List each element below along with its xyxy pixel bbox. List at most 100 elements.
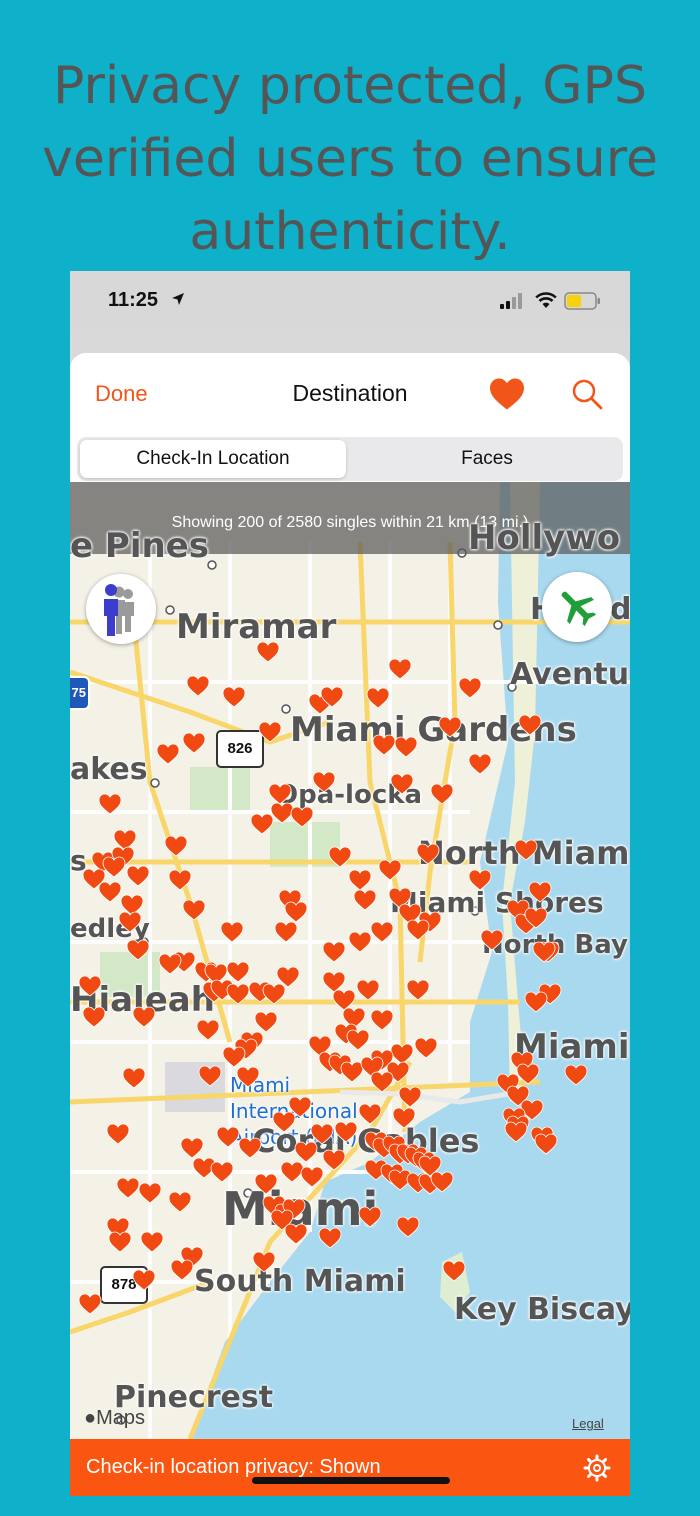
heart-marker[interactable] (238, 1137, 262, 1159)
heart-marker[interactable] (390, 773, 414, 795)
heart-marker[interactable] (320, 686, 344, 708)
heart-marker[interactable] (284, 901, 308, 923)
heart-marker[interactable] (480, 929, 504, 951)
heart-marker[interactable] (210, 1161, 234, 1183)
heart-marker[interactable] (358, 1206, 382, 1228)
heart-marker[interactable] (254, 1011, 278, 1033)
heart-marker[interactable] (82, 1006, 106, 1028)
heart-marker[interactable] (394, 736, 418, 758)
heart-marker[interactable] (158, 953, 182, 975)
heart-marker[interactable] (378, 859, 402, 881)
legal-link[interactable]: Legal (572, 1416, 604, 1431)
heart-marker[interactable] (290, 806, 314, 828)
heart-marker[interactable] (312, 771, 336, 793)
heart-marker[interactable] (414, 1037, 438, 1059)
gear-icon[interactable] (583, 1454, 611, 1482)
heart-marker[interactable] (514, 839, 538, 861)
heart-marker[interactable] (388, 658, 412, 680)
tab-faces[interactable]: Faces (354, 440, 620, 478)
heart-marker[interactable] (322, 1149, 346, 1171)
heart-marker[interactable] (318, 1227, 342, 1249)
heart-marker[interactable] (372, 734, 396, 756)
people-button[interactable] (86, 574, 156, 644)
heart-marker[interactable] (138, 1182, 162, 1204)
heart-marker[interactable] (170, 1259, 194, 1281)
heart-marker[interactable] (116, 1177, 140, 1199)
heart-marker[interactable] (366, 687, 390, 709)
heart-marker[interactable] (254, 1173, 278, 1195)
heart-marker[interactable] (518, 714, 542, 736)
heart-marker[interactable] (524, 991, 548, 1013)
heart-marker[interactable] (168, 1191, 192, 1213)
heart-marker[interactable] (258, 721, 282, 743)
heart-marker[interactable] (168, 869, 192, 891)
heart-marker[interactable] (252, 1251, 276, 1273)
heart-marker[interactable] (256, 641, 280, 663)
heart-marker[interactable] (322, 941, 346, 963)
heart-marker[interactable] (370, 1009, 394, 1031)
heart-marker[interactable] (98, 881, 122, 903)
heart-marker[interactable] (126, 939, 150, 961)
heart-marker[interactable] (222, 1046, 246, 1068)
heart-marker[interactable] (438, 716, 462, 738)
heart-marker[interactable] (122, 1067, 146, 1089)
heart-marker[interactable] (348, 869, 372, 891)
heart-marker[interactable] (370, 1071, 394, 1093)
heart-marker[interactable] (468, 869, 492, 891)
heart-marker[interactable] (180, 1137, 204, 1159)
heart-marker[interactable] (106, 1123, 130, 1145)
heart-marker[interactable] (468, 753, 492, 775)
heart-marker[interactable] (334, 1121, 358, 1143)
heart-marker[interactable] (156, 743, 180, 765)
heart-marker[interactable] (182, 732, 206, 754)
heart-marker[interactable] (140, 1231, 164, 1253)
heart-marker[interactable] (406, 919, 430, 941)
heart-marker[interactable] (182, 899, 206, 921)
heart-marker[interactable] (132, 1269, 156, 1291)
privacy-footer[interactable]: Check-in location privacy: Shown (70, 1439, 630, 1496)
heart-marker[interactable] (346, 1029, 370, 1051)
heart-marker[interactable] (353, 889, 377, 911)
heart-marker[interactable] (430, 783, 454, 805)
heart-marker[interactable] (78, 975, 102, 997)
heart-marker[interactable] (532, 941, 556, 963)
heart-marker[interactable] (186, 675, 210, 697)
heart-marker[interactable] (534, 1133, 558, 1155)
heart-marker[interactable] (222, 686, 246, 708)
heart-marker[interactable] (348, 931, 372, 953)
search-icon[interactable] (570, 377, 604, 411)
heart-marker[interactable] (226, 983, 250, 1005)
heart-marker[interactable] (198, 1065, 222, 1087)
heart-marker[interactable] (164, 835, 188, 857)
tab-check-in-location[interactable]: Check-In Location (80, 440, 346, 478)
heart-marker[interactable] (78, 1293, 102, 1315)
heart-marker[interactable] (416, 843, 440, 865)
heart-marker[interactable] (272, 1111, 296, 1133)
heart-marker[interactable] (406, 979, 430, 1001)
heart-marker[interactable] (300, 1166, 324, 1188)
heart-marker[interactable] (430, 1171, 454, 1193)
heart-marker[interactable] (328, 846, 352, 868)
heart-marker[interactable] (458, 677, 482, 699)
heart-marker[interactable] (396, 1216, 420, 1238)
heart-marker[interactable] (108, 1231, 132, 1253)
heart-marker[interactable] (216, 1126, 240, 1148)
heart-marker[interactable] (504, 1121, 528, 1143)
heart-marker[interactable] (236, 1066, 260, 1088)
heart-marker[interactable] (284, 1223, 308, 1245)
heart-marker[interactable] (250, 813, 274, 835)
heart-marker[interactable] (392, 1107, 416, 1129)
heart-marker[interactable] (118, 911, 142, 933)
heart-marker[interactable] (528, 881, 552, 903)
heart-marker[interactable] (358, 1103, 382, 1125)
map-view[interactable]: Showing 200 of 2580 singles within 21 km… (70, 482, 630, 1439)
heart-marker[interactable] (564, 1064, 588, 1086)
heart-marker[interactable] (370, 921, 394, 943)
heart-marker[interactable] (262, 983, 286, 1005)
heart-marker[interactable] (524, 907, 548, 929)
heart-marker[interactable] (196, 1019, 220, 1041)
heart-marker[interactable] (294, 1141, 318, 1163)
heart-icon[interactable] (488, 377, 526, 411)
heart-marker[interactable] (132, 1006, 156, 1028)
heart-marker[interactable] (274, 921, 298, 943)
